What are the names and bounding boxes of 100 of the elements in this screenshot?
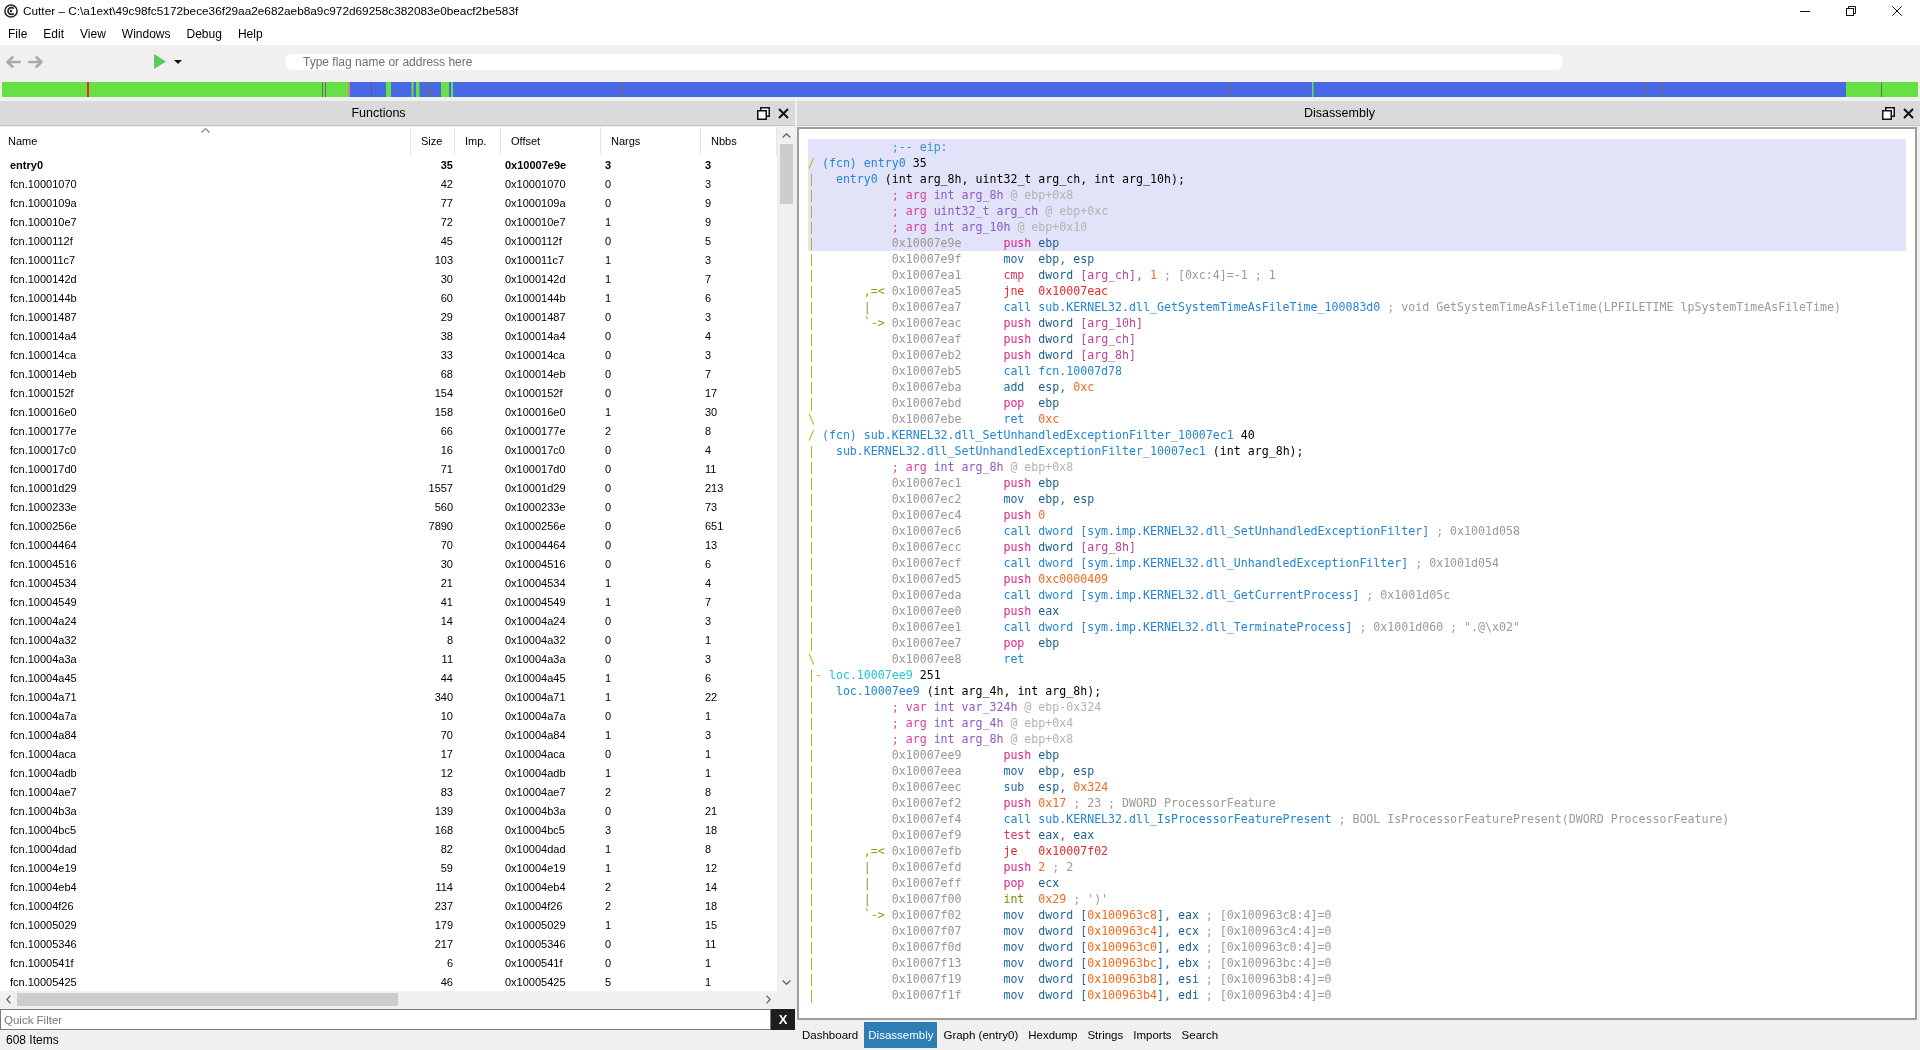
disassembly-line[interactable]: | 0x10007ecf call dword [sym.imp.KERNEL32.dll_UnhandledExceptionFilter] ; 0x1001d054 — [808, 555, 1906, 571]
disassembly-line[interactable]: | sub.KERNEL32.dll_SetUnhandledExceptionFilter_10007ec1 (int arg_8h); — [808, 443, 1906, 459]
function-row[interactable]: fcn.10004f26 237 0x10004f26 2 18 — [0, 896, 777, 915]
function-row[interactable]: fcn.10004516 30 0x10004516 0 6 — [0, 554, 777, 573]
function-row[interactable]: fcn.1000541f 6 0x1000541f 0 1 — [0, 953, 777, 972]
restore-icon[interactable] — [1846, 6, 1856, 16]
disassembly-line[interactable]: |- loc.10007ee9 251 — [808, 667, 1906, 683]
scroll-left-icon[interactable] — [6, 995, 11, 1004]
menu-item[interactable]: File — [0, 23, 36, 44]
disassembly-line[interactable]: | 0x10007ea1 cmp dword [arg_ch], 1 ; [0xc:4]=-1 ; 1 — [808, 267, 1906, 283]
function-row[interactable]: fcn.100014ca 33 0x100014ca 0 3 — [0, 345, 777, 364]
disassembly-line[interactable]: | 0x10007eb2 push dword [arg_8h] — [808, 347, 1906, 363]
scroll-down-icon[interactable] — [781, 980, 791, 985]
minimize-icon[interactable] — [1800, 10, 1810, 12]
tab[interactable]: Search — [1177, 1022, 1223, 1048]
disassembly-line[interactable]: | ; var int var_324h @ ebp-0x324 — [808, 699, 1906, 715]
function-row[interactable]: fcn.10004a71 340 0x10004a71 1 22 — [0, 687, 777, 706]
float-panel-icon[interactable] — [1882, 106, 1895, 120]
function-row[interactable]: fcn.10004aca 17 0x10004aca 0 1 — [0, 744, 777, 763]
disassembly-line[interactable]: | 0x10007ebd pop ebp — [808, 395, 1906, 411]
function-row[interactable]: fcn.10001487 29 0x10001487 0 3 — [0, 307, 777, 326]
function-row[interactable]: fcn.10004dad 82 0x10004dad 1 8 — [0, 839, 777, 858]
disassembly-line[interactable]: | | 0x10007ea7 call sub.KERNEL32.dll_GetSystemTimeAsFileTime_100083d0 ; void GetSystemTimeAsFileTime(LPFILETIME lpSystemTimeAsFileTime) — [808, 299, 1906, 315]
disassembly-line[interactable]: | 0x10007eea mov ebp, esp — [808, 763, 1906, 779]
disassembly-line[interactable]: | 0x10007ee9 push ebp — [808, 747, 1906, 763]
disassembly-line[interactable]: | 0x10007ed5 push 0xc0000409 — [808, 571, 1906, 587]
function-row[interactable]: fcn.10001070 42 0x10001070 0 3 — [0, 174, 777, 193]
disassembly-line[interactable]: | ; arg int arg_8h @ ebp+0x8 — [808, 731, 1906, 747]
function-row[interactable]: fcn.10004ae7 83 0x10004ae7 2 8 — [0, 782, 777, 801]
clear-filter-button[interactable]: X — [771, 1009, 795, 1030]
disassembly-line[interactable]: | ; arg int arg_8h @ ebp+0x8 — [808, 459, 1906, 475]
function-row[interactable]: fcn.10005346 217 0x10005346 0 11 — [0, 934, 777, 953]
disassembly-line[interactable]: | 0x10007ef9 test eax, eax — [808, 827, 1906, 843]
disassembly-line[interactable]: \ 0x10007ebe ret 0xc — [808, 411, 1906, 427]
function-row[interactable]: fcn.10004534 21 0x10004534 1 4 — [0, 573, 777, 592]
disassembly-line[interactable]: | 0x10007ec6 call dword [sym.imp.KERNEL32.dll_SetUnhandledExceptionFilter] ; 0x1001d058 — [808, 523, 1906, 539]
function-row[interactable]: fcn.10004a3a 11 0x10004a3a 0 3 — [0, 649, 777, 668]
tab[interactable]: Graph (entry0) — [939, 1022, 1023, 1048]
disassembly-line[interactable]: | ; arg int arg_4h @ ebp+0x4 — [808, 715, 1906, 731]
tab[interactable]: Strings — [1083, 1022, 1128, 1048]
close-icon[interactable] — [778, 107, 789, 119]
address-search-field[interactable]: Type flag name or address here — [285, 53, 1563, 70]
function-row[interactable]: fcn.1000177e 66 0x1000177e 2 8 — [0, 421, 777, 440]
function-row[interactable]: fcn.100010e7 72 0x100010e7 1 9 — [0, 212, 777, 231]
menu-item[interactable]: Debug — [178, 23, 230, 44]
disassembly-line[interactable]: | 0x10007f13 mov dword [0x100963bc], ebx ; [0x100963bc:4]=0 — [808, 955, 1906, 971]
menu-item[interactable]: Windows — [113, 23, 179, 44]
column-header[interactable]: Name — [0, 127, 411, 155]
function-row[interactable]: fcn.10004eb4 114 0x10004eb4 2 14 — [0, 877, 777, 896]
disassembly-line[interactable]: | 0x10007eaf push dword [arg_ch] — [808, 331, 1906, 347]
column-header[interactable]: Size — [411, 127, 455, 155]
function-row[interactable]: fcn.1000109a 77 0x1000109a 0 9 — [0, 193, 777, 212]
function-row[interactable]: fcn.10004a32 8 0x10004a32 0 1 — [0, 630, 777, 649]
tab[interactable]: Hexdump — [1024, 1022, 1082, 1048]
tab[interactable]: Imports — [1129, 1022, 1176, 1048]
function-row[interactable]: fcn.10004549 41 0x10004549 1 7 — [0, 592, 777, 611]
disassembly-line[interactable]: | ,=< 0x10007ea5 jne 0x10007eac — [808, 283, 1906, 299]
function-row[interactable]: fcn.10005425 46 0x10005425 5 1 — [0, 972, 777, 991]
disassembly-line[interactable]: | 0x10007ef4 call sub.KERNEL32.dll_IsProcessorFeaturePresent ; BOOL IsProcessorFeaturePresent(DWORD ProcessorFeature) — [808, 811, 1906, 827]
function-row[interactable]: fcn.10004a45 44 0x10004a45 1 6 — [0, 668, 777, 687]
column-header[interactable]: Nargs — [601, 127, 701, 155]
disassembly-line[interactable]: | 0x10007eba add esp, 0xc — [808, 379, 1906, 395]
function-row[interactable]: fcn.10004adb 12 0x10004adb 1 1 — [0, 763, 777, 782]
function-row[interactable]: entry0 35 0x10007e9e 3 3 — [0, 155, 777, 174]
disassembly-line[interactable]: | 0x10007f19 mov dword [0x100963b8], esi ; [0x100963b8:4]=0 — [808, 971, 1906, 987]
function-row[interactable]: fcn.100011c7 103 0x100011c7 1 3 — [0, 250, 777, 269]
disassembly-line[interactable]: | 0x10007ec2 mov ebp, esp — [808, 491, 1906, 507]
disassembly-line[interactable]: | 0x10007ee1 call dword [sym.imp.KERNEL32.dll_TerminateProcess] ; 0x1001d060 ; ".@\x02" — [808, 619, 1906, 635]
function-row[interactable]: fcn.1000144b 60 0x1000144b 1 6 — [0, 288, 777, 307]
function-row[interactable]: fcn.10004bc5 168 0x10004bc5 3 18 — [0, 820, 777, 839]
scrollbar-thumb[interactable] — [779, 144, 793, 204]
disassembly-line[interactable]: | | 0x10007eff pop ecx — [808, 875, 1906, 891]
column-header[interactable]: Imp. — [455, 127, 501, 155]
disassembly-line[interactable]: | 0x10007eb5 call fcn.10007d78 — [808, 363, 1906, 379]
function-row[interactable]: fcn.10004a24 14 0x10004a24 0 3 — [0, 611, 777, 630]
function-row[interactable]: fcn.10001d29 1557 0x10001d29 0 213 — [0, 478, 777, 497]
tab[interactable]: Disassembly — [864, 1022, 938, 1048]
disassembly-line[interactable]: | loc.10007ee9 (int arg_4h, int arg_8h); — [808, 683, 1906, 699]
function-row[interactable]: fcn.100014a4 38 0x100014a4 0 4 — [0, 326, 777, 345]
function-row[interactable]: fcn.1000152f 154 0x1000152f 0 17 — [0, 383, 777, 402]
disassembly-line[interactable]: | 0x10007f07 mov dword [0x100963c4], ecx ; [0x100963c4:4]=0 — [808, 923, 1906, 939]
function-row[interactable]: fcn.10004e19 59 0x10004e19 1 12 — [0, 858, 777, 877]
function-row[interactable]: fcn.1000233e 560 0x1000233e 0 73 — [0, 497, 777, 516]
disassembly-line[interactable]: | 0x10007f1f mov dword [0x100963b4], edi ; [0x100963b4:4]=0 — [808, 987, 1906, 1003]
function-row[interactable]: fcn.10005029 179 0x10005029 1 15 — [0, 915, 777, 934]
disassembly-line[interactable]: | 0x10007ec1 push ebp — [808, 475, 1906, 491]
close-icon[interactable] — [1903, 107, 1914, 119]
disassembly-line[interactable]: | 0x10007eec sub esp, 0x324 — [808, 779, 1906, 795]
disassembly-line[interactable]: | `-> 0x10007eac push dword [arg_10h] — [808, 315, 1906, 331]
function-row[interactable]: fcn.1000142d 30 0x1000142d 1 7 — [0, 269, 777, 288]
disassembly-line[interactable]: | 0x10007ef2 push 0x17 ; 23 ; DWORD ProcessorFeature — [808, 795, 1906, 811]
scrollbar-thumb[interactable] — [17, 993, 398, 1006]
function-row[interactable]: fcn.10004b3a 139 0x10004b3a 0 21 — [0, 801, 777, 820]
column-header[interactable]: Offset — [501, 127, 601, 155]
disassembly-line[interactable]: | | 0x10007f00 int 0x29 ; ')' — [808, 891, 1906, 907]
disassembly-line[interactable]: | `-> 0x10007f02 mov dword [0x100963c8], eax ; [0x100963c8:4]=0 — [808, 907, 1906, 923]
disassembly-line[interactable]: | 0x10007eda call dword [sym.imp.KERNEL32.dll_GetCurrentProcess] ; 0x1001d05c — [808, 587, 1906, 603]
menu-item[interactable]: Edit — [35, 23, 73, 44]
address-map-drawing[interactable] — [2, 82, 1918, 97]
tab[interactable]: Dashboard — [798, 1022, 863, 1048]
